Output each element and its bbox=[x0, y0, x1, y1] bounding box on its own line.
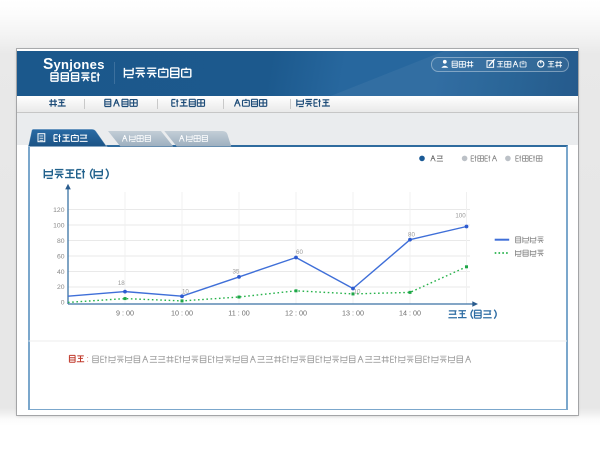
svg-text:ynjones: ynjones bbox=[54, 57, 105, 72]
svg-text:10: 10 bbox=[182, 289, 189, 296]
svg-text:14 : 00: 14 : 00 bbox=[399, 309, 421, 318]
svg-text:120: 120 bbox=[53, 207, 65, 214]
svg-text:60: 60 bbox=[296, 249, 303, 256]
svg-text:0: 0 bbox=[61, 299, 65, 306]
svg-text:80: 80 bbox=[408, 232, 415, 239]
svg-text:100: 100 bbox=[53, 222, 65, 229]
svg-text:13 : 00: 13 : 00 bbox=[342, 309, 364, 318]
svg-text:40: 40 bbox=[57, 269, 65, 276]
svg-text:60: 60 bbox=[57, 253, 65, 260]
svg-text:12 : 00: 12 : 00 bbox=[285, 309, 307, 318]
svg-text:18: 18 bbox=[118, 280, 125, 287]
svg-text:10: 10 bbox=[354, 289, 361, 296]
svg-text:20: 20 bbox=[57, 284, 65, 291]
svg-text:10 : 00: 10 : 00 bbox=[171, 309, 193, 318]
svg-text:11 : 00: 11 : 00 bbox=[228, 309, 249, 318]
svg-text:35: 35 bbox=[233, 269, 240, 276]
svg-text:9 : 00: 9 : 00 bbox=[116, 309, 134, 318]
svg-text:100: 100 bbox=[455, 213, 466, 220]
svg-text:80: 80 bbox=[57, 238, 65, 245]
svg-text:S: S bbox=[43, 56, 53, 73]
